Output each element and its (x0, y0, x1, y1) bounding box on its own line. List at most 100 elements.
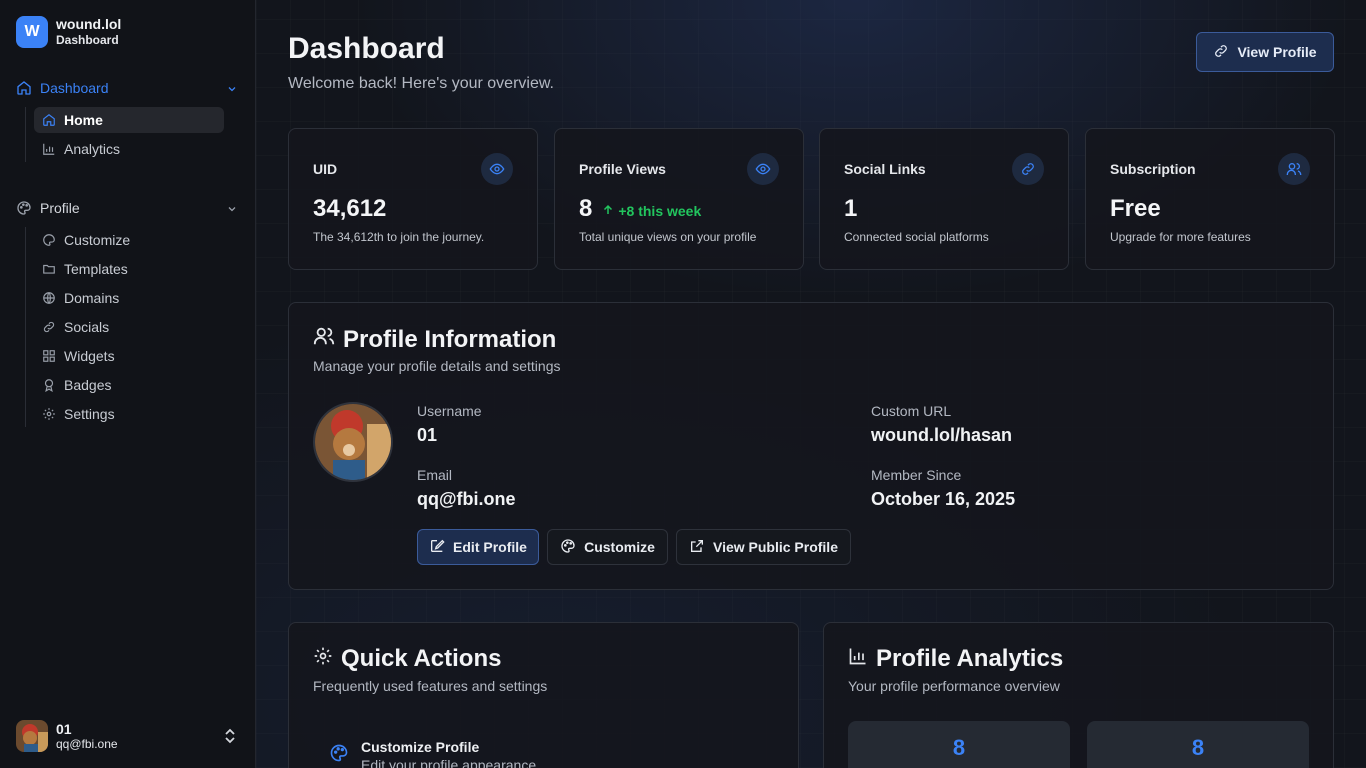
user-email: qq@fbi.one (56, 737, 118, 751)
analytics-metric: 8 (1087, 721, 1309, 768)
sidebar-item-label: Analytics (64, 141, 121, 157)
nav-head-label: Dashboard (40, 80, 109, 96)
external-link-icon (689, 538, 705, 557)
home-icon (16, 80, 32, 96)
profile-info-card: Profile Information Manage your profile … (288, 302, 1334, 590)
palette-icon (329, 743, 349, 768)
stat-card-uid: UID 34,612 The 34,612th to join the jour… (288, 128, 538, 270)
stat-desc: The 34,612th to join the journey. (313, 230, 485, 244)
arrow-up-icon (602, 203, 614, 219)
sidebar-item-label: Domains (64, 290, 120, 306)
sidebar-item-domains[interactable]: Domains (34, 285, 224, 311)
card-title: Quick Actions (341, 645, 502, 672)
link-icon (42, 320, 56, 334)
chevron-down-icon (226, 82, 238, 94)
quick-action-title: Customize Profile (361, 739, 480, 755)
stat-desc: Connected social platforms (844, 230, 989, 244)
stat-trend-label: +8 this week (618, 203, 702, 219)
sidebar-item-home[interactable]: Home (34, 107, 224, 133)
brand-logo: W (16, 16, 48, 48)
nav-head-profile[interactable]: Profile (0, 192, 256, 224)
customize-button[interactable]: Customize (547, 529, 668, 565)
stat-label: Profile Views (579, 161, 666, 177)
globe-icon (42, 291, 56, 305)
grid-icon (42, 349, 56, 363)
user-menu[interactable]: 01 qq@fbi.one (16, 720, 240, 752)
quick-action-customize-profile[interactable]: Customize Profile Edit your profile appe… (329, 739, 536, 768)
edit-profile-button[interactable]: Edit Profile (417, 529, 539, 565)
avatar (313, 402, 393, 482)
chevron-down-icon (226, 202, 238, 214)
brand-subtitle: Dashboard (56, 33, 119, 47)
member-since-label: Member Since (871, 467, 962, 483)
view-profile-label: View Profile (1237, 44, 1317, 60)
member-since-value: October 16, 2025 (871, 489, 1016, 509)
page-title: Dashboard (288, 32, 445, 65)
view-public-profile-label: View Public Profile (712, 539, 838, 555)
sidebar-item-templates[interactable]: Templates (34, 256, 224, 282)
card-subtitle: Frequently used features and settings (313, 678, 548, 694)
bar-chart-icon (42, 142, 56, 156)
user-name: 01 (56, 721, 72, 737)
brand[interactable]: W wound.lol Dashboard (16, 16, 121, 48)
stat-value: 34,612 (313, 195, 387, 222)
sidebar-item-badges[interactable]: Badges (34, 372, 224, 398)
edit-profile-label: Edit Profile (453, 539, 527, 555)
sidebar-item-label: Customize (64, 232, 131, 248)
quick-actions-card: Quick Actions Frequently used features a… (288, 622, 799, 768)
bar-chart-icon (848, 645, 868, 673)
stat-trend: +8 this week (602, 203, 701, 219)
brand-name: wound.lol (56, 16, 122, 32)
stat-card-social-links: Social Links 1 Connected social platform… (819, 128, 1069, 270)
eye-icon (481, 153, 513, 185)
sidebar-item-widgets[interactable]: Widgets (34, 343, 224, 369)
users-icon (1278, 153, 1310, 185)
email-label: Email (417, 467, 453, 483)
sidebar-item-label: Templates (64, 261, 128, 277)
username-field: Username 01 (417, 403, 482, 446)
card-subtitle: Your profile performance overview (848, 678, 1060, 694)
username-label: Username (417, 403, 482, 419)
chevrons-up-down-icon (224, 728, 236, 744)
sidebar-item-label: Widgets (64, 348, 115, 364)
eye-icon (747, 153, 779, 185)
profile-analytics-card: Profile Analytics Your profile performan… (823, 622, 1334, 768)
custom-url-label: Custom URL (871, 403, 952, 419)
link-icon (1213, 43, 1229, 62)
stat-desc: Total unique views on your profile (579, 230, 757, 244)
stat-label: Subscription (1110, 161, 1196, 177)
stat-card-profile-views: Profile Views 8 +8 this week Total uniqu… (554, 128, 804, 270)
stat-desc: Upgrade for more features (1110, 230, 1251, 244)
gear-icon (313, 645, 333, 673)
link-icon (1012, 153, 1044, 185)
sidebar-item-socials[interactable]: Socials (34, 314, 224, 340)
view-public-profile-button[interactable]: View Public Profile (676, 529, 851, 565)
view-profile-button[interactable]: View Profile (1196, 32, 1334, 72)
award-icon (42, 378, 56, 392)
gear-icon (42, 407, 56, 421)
sidebar-item-label: Socials (64, 319, 110, 335)
email-field: Email qq@fbi.one (417, 467, 516, 510)
stat-label: Social Links (844, 161, 926, 177)
quick-action-desc: Edit your profile appearance (361, 757, 537, 768)
stat-value: 8 (579, 195, 593, 222)
stat-value: Free (1110, 195, 1161, 222)
palette-icon (42, 233, 56, 247)
sidebar-item-customize[interactable]: Customize (34, 227, 224, 253)
users-icon (313, 325, 335, 354)
nav-head-label: Profile (40, 200, 80, 216)
stat-value: 1 (844, 195, 858, 222)
custom-url-value: wound.lol/hasan (871, 425, 1013, 445)
member-since-field: Member Since October 16, 2025 (871, 467, 1015, 510)
stat-card-subscription: Subscription Free Upgrade for more featu… (1085, 128, 1335, 270)
nav-group-dashboard: Dashboard Home Analytics (0, 72, 256, 165)
card-title: Profile Information (343, 325, 557, 353)
avatar (16, 720, 48, 752)
sidebar-item-settings[interactable]: Settings (34, 401, 224, 427)
palette-icon (560, 538, 576, 557)
main-content: Dashboard Welcome back! Here's your over… (256, 0, 1366, 768)
sidebar: W wound.lol Dashboard Dashboard Home Ana… (0, 0, 256, 768)
nav-head-dashboard[interactable]: Dashboard (0, 72, 256, 104)
card-subtitle: Manage your profile details and settings (313, 358, 561, 374)
sidebar-item-analytics[interactable]: Analytics (34, 136, 224, 162)
